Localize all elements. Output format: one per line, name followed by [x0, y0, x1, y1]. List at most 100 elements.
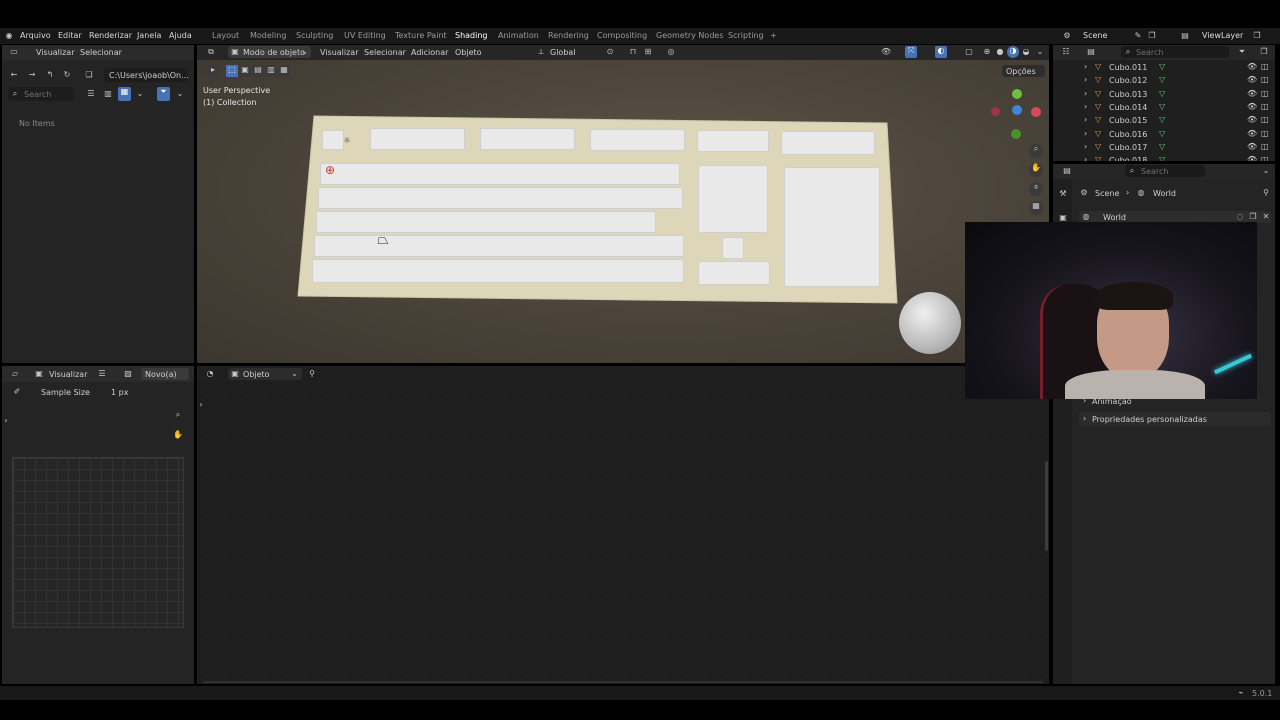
mesh-data-icon[interactable]: ▽ [1159, 115, 1165, 124]
eye-icon[interactable]: 👁 [1247, 102, 1257, 111]
eye-icon[interactable]: 👁 [1247, 129, 1257, 138]
viewport-3d[interactable]: ⧉ Modo de objeto ▣ ⌄ Visualizar Selecion… [197, 45, 1049, 363]
camera-render-icon[interactable]: ◫ [1261, 89, 1269, 98]
camera-render-icon[interactable]: ◫ [1261, 155, 1269, 161]
menu-editar[interactable]: Editar [58, 31, 82, 40]
expand-chevron-icon[interactable]: › [1084, 89, 1087, 98]
outliner-item[interactable]: › ▽ Cubo.012 ▽ 👁 ◫ [1053, 74, 1275, 87]
duplicate-icon[interactable]: ❐ [1248, 212, 1258, 222]
navigation-gizmo[interactable] [989, 89, 1045, 145]
blender-logo-icon[interactable]: ◉ [4, 31, 14, 41]
pin-icon-3[interactable]: ⚲ [1261, 188, 1271, 198]
tab-layout[interactable]: Layout [212, 31, 239, 40]
scene-name[interactable]: Scene [1083, 31, 1107, 40]
eye-icon[interactable]: 👁 [1247, 115, 1257, 124]
menu-arquivo[interactable]: Arquivo [20, 31, 51, 40]
scene-icon[interactable]: ⚙ [1062, 31, 1072, 41]
outliner-search[interactable]: ⌕ Search [1121, 46, 1229, 58]
display-mode-icon[interactable]: ▤ [1085, 47, 1097, 57]
browse-image-icon[interactable]: ▨ [122, 369, 134, 379]
forward-icon[interactable]: → [27, 70, 37, 80]
camera-render-icon[interactable]: ◫ [1261, 75, 1269, 84]
add-workspace-icon[interactable]: + [770, 31, 777, 40]
horizontal-scrollbar[interactable] [203, 681, 1043, 683]
pan-hand-icon[interactable]: ✋ [1029, 163, 1043, 177]
eye-icon[interactable]: 👁 [1247, 155, 1257, 161]
outliner-item[interactable]: › ▽ Cubo.011 ▽ 👁 ◫ [1053, 61, 1275, 74]
new-image-button[interactable]: Novo(a) [141, 368, 189, 380]
unlink-icon[interactable]: ✕ [1261, 212, 1271, 222]
vertical-list-icon[interactable]: ☰ [86, 89, 96, 99]
tab-geometry-nodes[interactable]: Geometry Nodes [656, 31, 723, 40]
breadcrumb-scene[interactable]: Scene [1095, 189, 1119, 198]
outliner-type-icon[interactable]: ☷ [1060, 47, 1072, 57]
properties-type-icon[interactable]: ▤ [1061, 166, 1073, 176]
shader-editor-type-icon[interactable]: ◔ [203, 369, 217, 379]
eye-icon[interactable]: 👁 [1247, 75, 1257, 84]
new-folder-icon[interactable]: ❏ [84, 70, 94, 80]
pin-icon[interactable]: ✎ [1133, 31, 1143, 41]
camera-render-icon[interactable]: ◫ [1261, 115, 1269, 124]
properties-search[interactable]: ⌕ Search [1125, 165, 1205, 177]
expand-arrow-icon[interactable]: › [2, 416, 10, 426]
view-layer-name[interactable]: ViewLayer [1202, 31, 1243, 40]
perspective-toggle-icon[interactable]: ▦ [1029, 201, 1043, 215]
expand-chevron-icon[interactable]: › [1084, 75, 1087, 84]
filter-dropdown-icon[interactable]: ⌄ [175, 89, 185, 99]
new-collection-icon[interactable]: ❐ [1259, 47, 1269, 57]
filter-icon[interactable]: ⏷ [157, 87, 170, 101]
file-search-field[interactable]: ⌕ Search [8, 87, 74, 101]
eye-icon[interactable]: 👁 [1247, 142, 1257, 151]
view-layer-icon[interactable]: ▤ [1180, 31, 1190, 41]
object-shader-select[interactable]: ▣ Objeto ⌄ [228, 368, 302, 380]
breadcrumb-world[interactable]: World [1153, 189, 1176, 198]
back-icon[interactable]: ← [9, 70, 19, 80]
tab-uv-editing[interactable]: UV Editing [344, 31, 386, 40]
tab-rendering[interactable]: Rendering [548, 31, 589, 40]
outliner-item[interactable]: › ▽ Cubo.016 ▽ 👁 ◫ [1053, 128, 1275, 141]
mesh-data-icon[interactable]: ▽ [1159, 62, 1165, 71]
properties-options-icon[interactable]: ⌄ [1261, 166, 1271, 176]
menu-janela[interactable]: Janela [137, 31, 161, 40]
tab-texture-paint[interactable]: Texture Paint [395, 31, 447, 40]
light-icon[interactable]: ☼ [341, 136, 353, 146]
mesh-data-icon[interactable]: ▽ [1159, 75, 1165, 84]
menu-lines-icon[interactable]: ☰ [97, 369, 107, 379]
tool-tab-icon[interactable]: ⚒ [1057, 189, 1069, 199]
shader-editor[interactable]: ◔ ▣ Objeto ⌄ ⚲ › [197, 366, 1049, 684]
tab-scripting[interactable]: Scripting [728, 31, 764, 40]
tab-compositing[interactable]: Compositing [597, 31, 647, 40]
pan-icon-2[interactable]: ✋ [172, 430, 184, 440]
outliner-item[interactable]: › ▽ Cubo.017 ▽ 👁 ◫ [1053, 141, 1275, 154]
image-editor-type-icon[interactable]: ▱ [9, 369, 21, 379]
file-menu-view[interactable]: Visualizar [36, 48, 75, 57]
outliner-item[interactable]: › ▽ Cubo.015 ▽ 👁 ◫ [1053, 114, 1275, 127]
horizontal-list-icon[interactable]: ▥ [103, 89, 113, 99]
expand-chevron-icon[interactable]: › [1084, 155, 1087, 161]
tab-sculpting[interactable]: Sculpting [296, 31, 333, 40]
mesh-data-icon[interactable]: ▽ [1159, 142, 1165, 151]
expand-chevron-icon[interactable]: › [1084, 115, 1087, 124]
parent-dir-icon[interactable]: ↰ [45, 70, 55, 80]
folder-icon[interactable]: ▭ [9, 47, 19, 57]
tab-shading[interactable]: Shading [455, 31, 488, 40]
expand-chevron-icon[interactable]: › [1084, 142, 1087, 151]
camera-render-icon[interactable]: ◫ [1261, 102, 1269, 111]
expand-chevron-icon[interactable]: › [1084, 129, 1087, 138]
thumbnails-icon[interactable]: ▦ [118, 87, 131, 101]
pin-icon-2[interactable]: ⚲ [307, 369, 317, 379]
expand-chevron-icon[interactable]: › [1084, 102, 1087, 111]
zoom-icon-2[interactable]: ⌕ [172, 410, 184, 420]
expand-chevron-icon[interactable]: › [1084, 62, 1087, 71]
refresh-icon[interactable]: ↻ [62, 70, 72, 80]
scrollbar[interactable] [1045, 461, 1048, 551]
display-dropdown-icon[interactable]: ⌄ [135, 89, 145, 99]
fake-user-icon[interactable]: ◌ [1235, 212, 1245, 222]
mesh-data-icon[interactable]: ▽ [1159, 129, 1165, 138]
file-menu-select[interactable]: Selecionar [80, 48, 122, 57]
menu-ajuda[interactable]: Ajuda [169, 31, 192, 40]
section-custom-props[interactable]: › Propriedades personalizadas [1079, 412, 1271, 426]
path-field[interactable]: C:\Users\joaob\On... [104, 68, 189, 82]
mesh-data-icon[interactable]: ▽ [1159, 102, 1165, 111]
zoom-icon[interactable]: ⌕ [1029, 144, 1043, 158]
